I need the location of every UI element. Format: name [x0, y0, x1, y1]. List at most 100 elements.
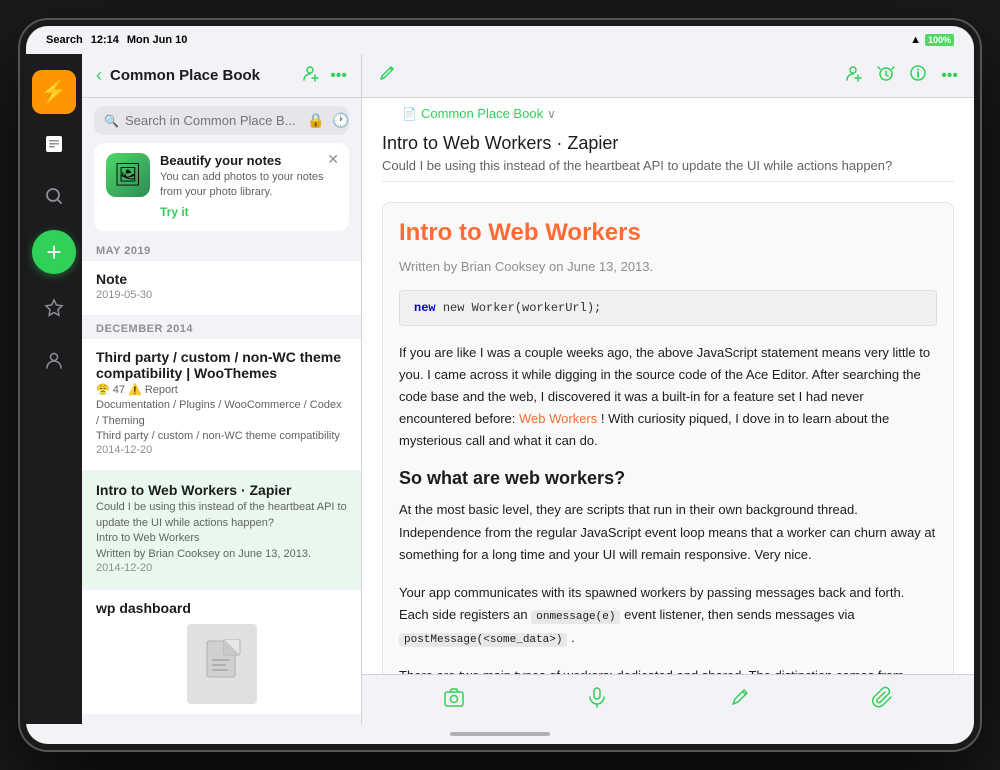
article-byline: Written by Brian Cooksey on June 13, 201…: [399, 259, 937, 274]
note-item-preview2-webworkers: Intro to Web Workers: [96, 531, 347, 546]
breadcrumb-arrow-icon: ∨: [547, 107, 556, 121]
icon-rail: ⚡ +: [26, 54, 82, 724]
promo-title: Beautify your notes: [160, 153, 337, 168]
main-content: ••• 📄 Common Place Book ∨ Intro to Web W…: [362, 54, 974, 724]
toolbar-add-person-icon[interactable]: [845, 64, 863, 87]
warning-icon: ⚠️ Report: [128, 384, 178, 396]
note-item-date-webworkers: 2014-12-20: [96, 562, 347, 574]
article-body-4: There are two main types of workers: ded…: [399, 665, 937, 674]
fab-add-button[interactable]: +: [32, 230, 76, 274]
draw-bottom-icon[interactable]: [729, 686, 751, 713]
search-input[interactable]: [125, 113, 301, 128]
device-frame: Search 12:14 Mon Jun 10 ▲ 100% ⚡: [20, 20, 980, 750]
add-person-icon[interactable]: [302, 64, 320, 87]
note-item-date: 2019-05-30: [96, 289, 347, 301]
body-3c: .: [571, 630, 575, 645]
code-content: new Worker(workerUrl);: [443, 301, 601, 315]
promo-text: Beautify your notes You can add photos t…: [160, 153, 337, 221]
article-heading: Intro to Web Workers: [399, 219, 937, 247]
main-toolbar: •••: [362, 54, 974, 98]
sidebar-title: Common Place Book: [110, 67, 294, 84]
camera-bottom-icon[interactable]: [443, 686, 465, 713]
article-body-1: If you are like I was a couple weeks ago…: [399, 342, 937, 452]
more-options-icon[interactable]: •••: [330, 67, 347, 85]
note-item-preview-woo: Third party / custom / non-WC theme comp…: [96, 429, 347, 444]
inline-code-1: onmessage(e): [531, 610, 620, 624]
note-item-title-wp: wp dashboard: [96, 600, 347, 616]
toolbar-right: •••: [845, 64, 958, 87]
notes-list: MAY 2019 Note 2019-05-30 DECEMBER 2014 T…: [82, 239, 361, 724]
note-content-area: 📄 Common Place Book ∨ Intro to Web Worke…: [362, 98, 974, 674]
status-bar: Search 12:14 Mon Jun 10 ▲ 100%: [26, 26, 974, 54]
body-3b: event listener, then sends messages via: [624, 607, 855, 622]
sidebar: ‹ Common Place Book ••• 🔍: [82, 54, 362, 724]
promo-close-button[interactable]: ✕: [327, 151, 339, 168]
note-item-preview1-webworkers: Could I be using this instead of the hea…: [96, 500, 347, 531]
home-indicator: [26, 724, 974, 744]
more-options-toolbar-icon[interactable]: •••: [941, 67, 958, 85]
article-body-3: Your app communicates with its spawned w…: [399, 582, 937, 649]
promo-description: You can add photos to your notes from yo…: [160, 170, 337, 201]
clock-icon[interactable]: 🕐: [332, 112, 349, 129]
note-item-title: Note: [96, 271, 347, 287]
edit-icon[interactable]: [378, 64, 396, 87]
code-block: new new Worker(workerUrl);: [399, 290, 937, 326]
rail-icon-notes[interactable]: [32, 122, 76, 166]
breadcrumb: 📄 Common Place Book ∨: [382, 98, 954, 121]
date: Mon Jun 10: [127, 34, 188, 46]
app-container: ⚡ +: [26, 54, 974, 724]
rail-icon-lightning[interactable]: ⚡: [32, 70, 76, 114]
rail-icon-search[interactable]: [32, 174, 76, 218]
search-label: Search: [46, 34, 83, 46]
note-item-preview3-webworkers: Written by Brian Cooksey on June 13, 201…: [96, 547, 347, 562]
search-bar: 🔍 🔒 🕐: [82, 98, 361, 143]
article-body-2: At the most basic level, they are script…: [399, 499, 937, 565]
info-icon[interactable]: [909, 64, 927, 87]
note-main-title: Intro to Web Workers · Zapier: [382, 133, 954, 154]
note-item-date-woo: 2014-12-20: [96, 444, 347, 456]
microphone-bottom-icon[interactable]: [586, 686, 608, 713]
web-workers-link[interactable]: Web Workers: [519, 411, 597, 426]
search-input-wrap: 🔍 🔒 🕐: [94, 106, 349, 135]
breadcrumb-link[interactable]: Common Place Book: [421, 106, 543, 121]
section-header-may2019: MAY 2019: [82, 239, 361, 261]
note-item-webworkers[interactable]: Intro to Web Workers · Zapier Could I be…: [82, 472, 361, 589]
emoji-meta: 😤 47: [96, 384, 125, 396]
promo-banner: 🖼 Beautify your notes You can add photos…: [94, 143, 349, 231]
note-item-title-woo: Third party / custom / non-WC theme comp…: [96, 349, 347, 381]
search-right-icons: 🔒 🕐: [307, 112, 350, 129]
status-right: ▲ 100%: [910, 34, 954, 46]
time: 12:14: [91, 34, 119, 46]
note-item-woo[interactable]: Third party / custom / non-WC theme comp…: [82, 339, 361, 472]
rail-icon-person[interactable]: [32, 338, 76, 382]
note-item-note[interactable]: Note 2019-05-30: [82, 261, 361, 316]
note-item-wp[interactable]: wp dashboard: [82, 590, 361, 715]
sidebar-header: ‹ Common Place Book •••: [82, 54, 361, 98]
promo-icon: 🖼: [106, 153, 150, 197]
note-item-meta-woo: 😤 47 ⚠️ Report: [96, 383, 347, 398]
note-item-tags-woo: Documentation / Plugins / WooCommerce / …: [96, 398, 347, 429]
section-heading-1: So what are web workers?: [399, 468, 937, 489]
promo-try-link[interactable]: Try it: [160, 205, 189, 219]
note-title-area: Intro to Web Workers · Zapier Could I be…: [382, 121, 954, 182]
sidebar-header-icons: •••: [302, 64, 347, 87]
inline-code-2: postMessage(<some_data>): [399, 633, 567, 647]
wp-thumbnail: [187, 624, 257, 704]
search-icon: 🔍: [104, 114, 119, 128]
alarm-icon[interactable]: [877, 64, 895, 87]
rail-icon-star[interactable]: [32, 286, 76, 330]
battery-label: 100%: [925, 34, 954, 46]
article-container: Intro to Web Workers Written by Brian Co…: [382, 202, 954, 674]
back-button[interactable]: ‹: [96, 65, 102, 86]
lock-icon[interactable]: 🔒: [307, 112, 324, 129]
note-subtitle: Could I be using this instead of the hea…: [382, 158, 954, 173]
attach-bottom-icon[interactable]: [872, 686, 894, 713]
wifi-icon: ▲: [910, 34, 921, 46]
toolbar-left: [378, 64, 396, 87]
section-header-dec2014: DECEMBER 2014: [82, 317, 361, 339]
bottom-toolbar: [362, 674, 974, 724]
breadcrumb-file-icon: 📄: [402, 107, 417, 121]
note-item-title-webworkers: Intro to Web Workers · Zapier: [96, 482, 347, 498]
home-bar: [450, 732, 550, 736]
status-left: Search 12:14 Mon Jun 10: [46, 34, 187, 46]
